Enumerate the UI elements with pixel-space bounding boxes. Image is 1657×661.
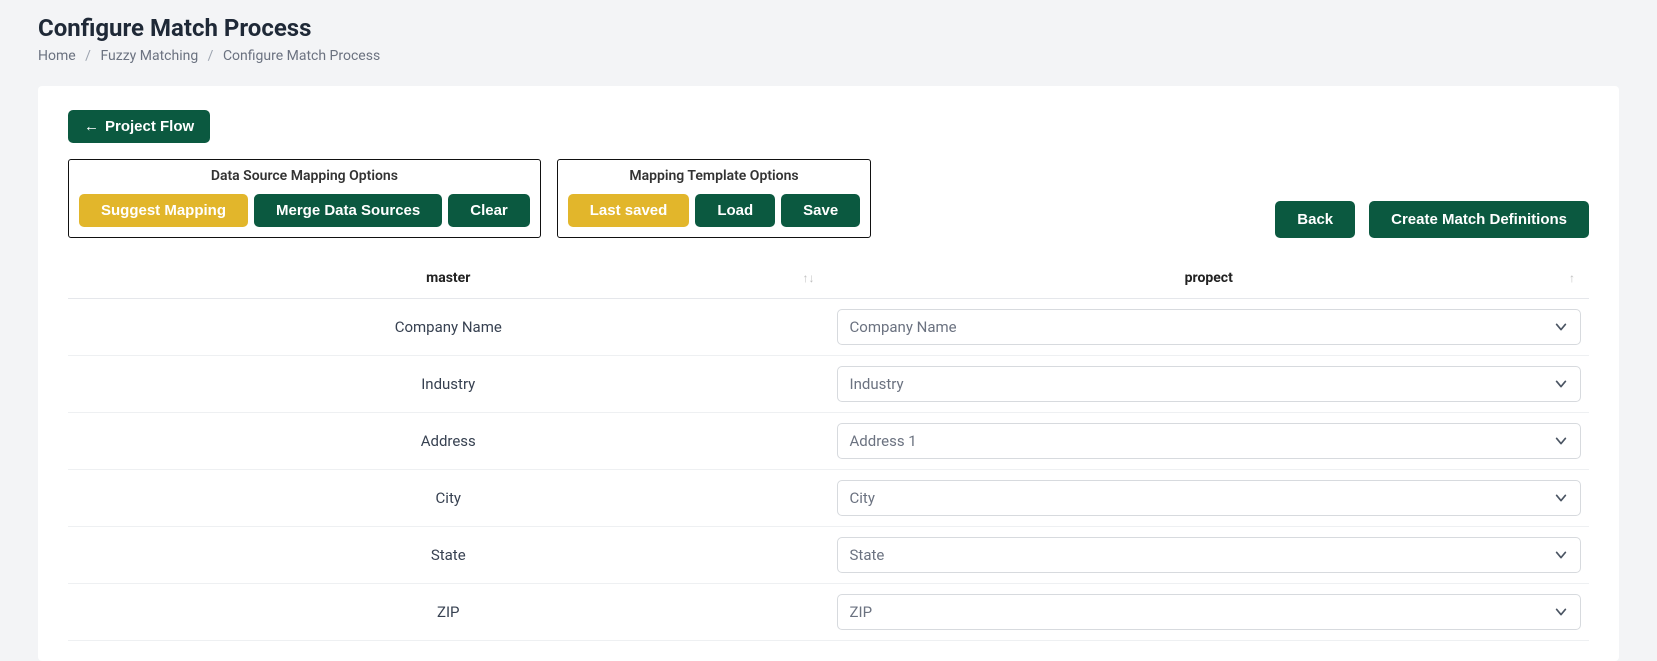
- template-options-title: Mapping Template Options: [629, 168, 798, 184]
- sort-icon: ↑: [1569, 272, 1575, 284]
- column-header-propect[interactable]: propect ↑: [829, 258, 1590, 299]
- table-row: City City: [68, 470, 1589, 527]
- dropdown-value: City: [850, 489, 875, 507]
- breadcrumb-current: Configure Match Process: [223, 48, 380, 64]
- mapping-dropdown-industry[interactable]: Industry: [837, 366, 1582, 402]
- table-row: Company Name Company Name: [68, 299, 1589, 356]
- chevron-down-icon: [1554, 605, 1568, 619]
- chevron-down-icon: [1554, 434, 1568, 448]
- back-button[interactable]: Back: [1275, 201, 1355, 238]
- dropdown-value: ZIP: [850, 603, 873, 621]
- column-header-master[interactable]: master ↑↓: [68, 258, 829, 299]
- template-options-box: Mapping Template Options Last saved Load…: [557, 159, 871, 238]
- column-header-propect-label: propect: [1185, 270, 1233, 286]
- page-title: Configure Match Process: [38, 14, 1619, 42]
- suggest-mapping-button[interactable]: Suggest Mapping: [79, 194, 248, 227]
- sort-icon: ↑↓: [803, 272, 815, 284]
- dropdown-value: Company Name: [850, 318, 957, 336]
- mapping-dropdown-state[interactable]: State: [837, 537, 1582, 573]
- field-label: ZIP: [68, 584, 829, 641]
- field-label: Company Name: [68, 299, 829, 356]
- mapping-options-title: Data Source Mapping Options: [211, 168, 398, 184]
- field-label: Industry: [68, 356, 829, 413]
- mapping-dropdown-zip[interactable]: ZIP: [837, 594, 1582, 630]
- breadcrumb-separator: /: [85, 48, 91, 64]
- dropdown-value: Industry: [850, 375, 904, 393]
- save-button[interactable]: Save: [781, 194, 860, 227]
- load-button[interactable]: Load: [695, 194, 775, 227]
- chevron-down-icon: [1554, 491, 1568, 505]
- merge-data-sources-button[interactable]: Merge Data Sources: [254, 194, 442, 227]
- breadcrumb: Home / Fuzzy Matching / Configure Match …: [38, 48, 1619, 64]
- chevron-down-icon: [1554, 548, 1568, 562]
- table-row: Industry Industry: [68, 356, 1589, 413]
- last-saved-button[interactable]: Last saved: [568, 194, 690, 227]
- create-match-definitions-button[interactable]: Create Match Definitions: [1369, 201, 1589, 238]
- field-label: Address: [68, 413, 829, 470]
- field-label: City: [68, 470, 829, 527]
- table-row: Address Address 1: [68, 413, 1589, 470]
- chevron-down-icon: [1554, 377, 1568, 391]
- table-row: ZIP ZIP: [68, 584, 1589, 641]
- mapping-dropdown-city[interactable]: City: [837, 480, 1582, 516]
- column-header-master-label: master: [426, 270, 470, 286]
- breadcrumb-separator: /: [208, 48, 214, 64]
- arrow-left-icon: ←: [84, 119, 99, 134]
- clear-button[interactable]: Clear: [448, 194, 530, 227]
- mapping-dropdown-address[interactable]: Address 1: [837, 423, 1582, 459]
- chevron-down-icon: [1554, 320, 1568, 334]
- dropdown-value: Address 1: [850, 432, 917, 450]
- mapping-options-box: Data Source Mapping Options Suggest Mapp…: [68, 159, 541, 238]
- dropdown-value: State: [850, 546, 885, 564]
- project-flow-button[interactable]: ← Project Flow: [68, 110, 210, 143]
- project-flow-label: Project Flow: [105, 118, 194, 135]
- mapping-dropdown-company-name[interactable]: Company Name: [837, 309, 1582, 345]
- mapping-table: master ↑↓ propect ↑ Company Name Company…: [68, 258, 1589, 641]
- breadcrumb-fuzzy-matching[interactable]: Fuzzy Matching: [100, 48, 198, 64]
- breadcrumb-home[interactable]: Home: [38, 48, 76, 64]
